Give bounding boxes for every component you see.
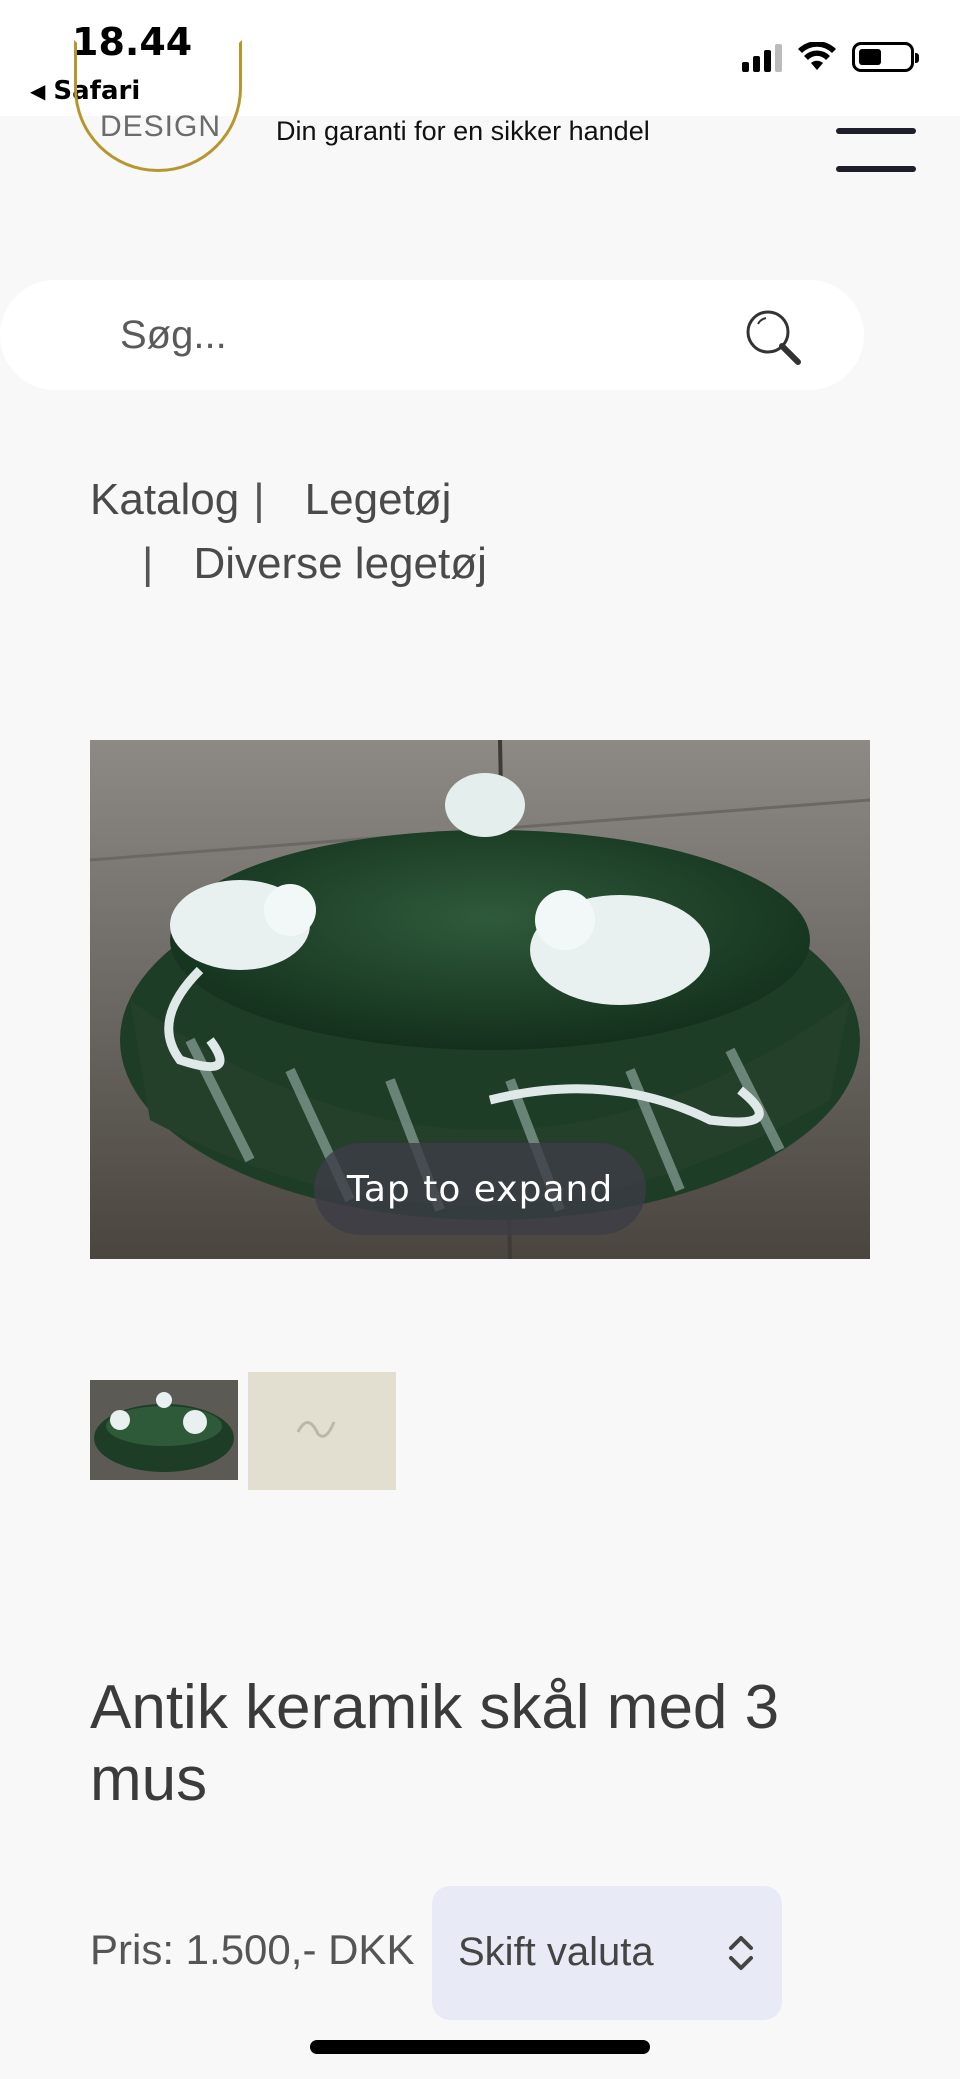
search-icon[interactable] xyxy=(744,308,804,368)
tap-to-expand-button[interactable]: Tap to expand xyxy=(314,1143,646,1235)
thumbnail-bowl-image xyxy=(90,1380,238,1480)
breadcrumb-diverse-legetoej[interactable]: Diverse legetøj xyxy=(193,532,486,596)
breadcrumb-legetoej[interactable]: Legetøj xyxy=(305,468,452,532)
breadcrumb: Katalog | Legetøj | Diverse legetøj xyxy=(90,468,487,596)
breadcrumb-katalog[interactable]: Katalog xyxy=(90,468,239,532)
thumbnail-1[interactable] xyxy=(90,1380,238,1480)
wifi-icon xyxy=(798,42,836,70)
thumbnail-2[interactable] xyxy=(248,1372,396,1490)
logo[interactable]: DESIGN xyxy=(100,110,221,144)
currency-select-label: Skift valuta xyxy=(458,1930,654,1974)
thumbnail-marking-image xyxy=(248,1372,396,1490)
search-bar xyxy=(0,280,864,390)
currency-select[interactable]: Skift valuta xyxy=(432,1886,782,2020)
logo-ring xyxy=(74,40,242,172)
cellular-signal-icon xyxy=(742,42,782,72)
breadcrumb-separator: | xyxy=(142,539,154,588)
triangle-left-icon: ◀ xyxy=(30,79,46,103)
breadcrumb-separator: | xyxy=(253,475,265,524)
chevron-up-down-icon xyxy=(729,1936,753,1970)
product-title: Antik keramik skål med 3 mus xyxy=(90,1673,780,1814)
hamburger-menu-icon[interactable] xyxy=(836,128,916,172)
search-input[interactable] xyxy=(120,310,680,360)
status-icons xyxy=(742,42,919,72)
tagline: Din garanti for en sikker handel xyxy=(276,116,650,146)
battery-icon xyxy=(852,42,919,72)
product-price: Pris: 1.500,- DKK xyxy=(90,1926,415,1973)
home-indicator[interactable] xyxy=(310,2040,650,2054)
